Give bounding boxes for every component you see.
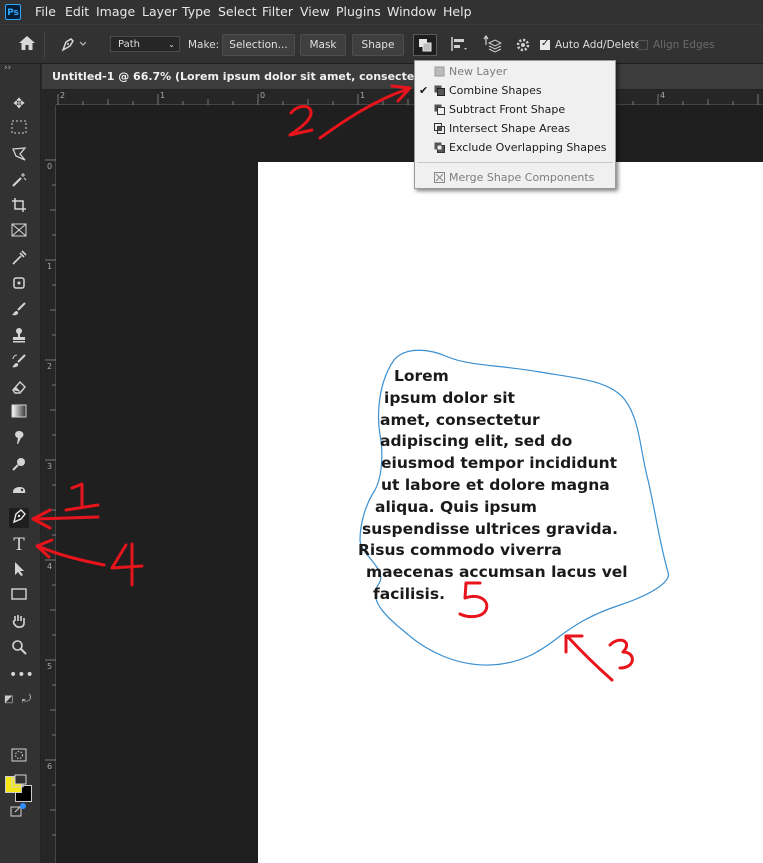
merge-shape-components-icon [434, 172, 445, 183]
exclude-overlapping-shapes-icon [434, 142, 445, 153]
menu-item-subtract-front-shape[interactable]: Subtract Front Shape [415, 101, 615, 119]
canvas-text-block[interactable]: Lorem ipsum dolor sit amet, consectetur … [354, 366, 674, 606]
menu-item-label: Merge Shape Components [449, 171, 595, 184]
menu-item-combine-shapes[interactable]: ✔ Combine Shapes [415, 82, 615, 100]
combine-shapes-icon [434, 85, 445, 96]
text-line: adipiscing elit, sed do [380, 432, 573, 451]
menu-item-merge-shape-components[interactable]: Merge Shape Components [415, 169, 615, 187]
path-operations-menu: New Layer ✔ Combine Shapes Subtract Fron… [414, 60, 616, 189]
menu-item-exclude-overlapping-shapes[interactable]: Exclude Overlapping Shapes [415, 139, 615, 157]
text-line: aliqua. Quis ipsum [375, 497, 537, 516]
text-line: amet, consectetur [380, 410, 540, 429]
text-line: facilisis. [373, 584, 445, 603]
menu-item-label: Subtract Front Shape [449, 103, 566, 116]
menu-item-intersect-shape-areas[interactable]: Intersect Shape Areas [415, 120, 615, 138]
menu-separator [417, 162, 613, 163]
text-line: ipsum dolor sit [384, 388, 515, 407]
text-line: eiusmod tempor incididunt [381, 454, 618, 473]
text-line: maecenas accumsan lacus vel [366, 563, 628, 582]
menu-item-label: Exclude Overlapping Shapes [449, 141, 607, 154]
intersect-shape-areas-icon [434, 123, 445, 134]
menu-item-new-layer[interactable]: New Layer [415, 63, 615, 81]
menu-item-label: Combine Shapes [449, 84, 542, 97]
text-line: Risus commodo viverra [358, 541, 562, 560]
text-line: Lorem [394, 367, 449, 385]
menu-item-label: Intersect Shape Areas [449, 122, 571, 135]
text-line: ut labore et dolore magna [381, 475, 610, 494]
menu-item-label: New Layer [449, 65, 508, 78]
checkmark-icon: ✔ [419, 84, 429, 97]
text-line: suspendisse ultrices gravida. [362, 519, 618, 538]
subtract-front-shape-icon [434, 104, 445, 115]
new-layer-icon [434, 66, 445, 77]
